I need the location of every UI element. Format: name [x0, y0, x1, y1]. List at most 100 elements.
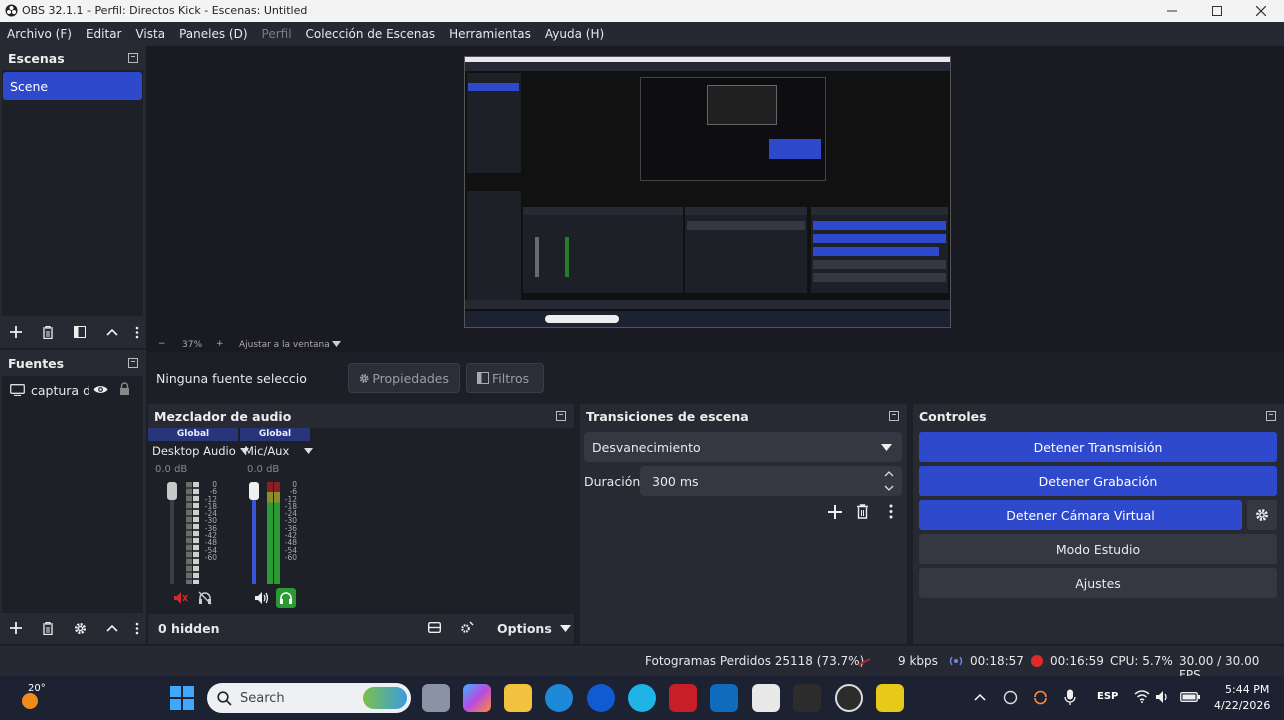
microphone-icon[interactable]: [1064, 689, 1076, 706]
language-indicator[interactable]: ESP: [1097, 691, 1118, 702]
zoom-in-button[interactable]: +: [216, 339, 224, 349]
maximize-button[interactable]: [1195, 0, 1239, 22]
channel-name: Mic/Aux: [244, 444, 290, 458]
edge-icon[interactable]: [545, 684, 573, 712]
filters-label: Filtros: [492, 370, 530, 386]
mute-button[interactable]: [255, 592, 270, 604]
app-icon[interactable]: [628, 684, 656, 712]
menu-herramientas[interactable]: Herramientas: [449, 27, 531, 41]
remove-scene-button[interactable]: [32, 319, 64, 345]
channel-header: Global: [148, 428, 238, 441]
undock-icon[interactable]: [1266, 411, 1276, 421]
wifi-icon[interactable]: [1134, 690, 1150, 703]
volume-slider-handle[interactable]: [167, 482, 177, 500]
menu-paneles[interactable]: Paneles (D): [179, 27, 247, 41]
preview-zoom-bar: − 37% + Ajustar a la ventana: [146, 338, 1284, 352]
copilot-icon[interactable]: [463, 684, 491, 712]
remove-source-button[interactable]: [32, 615, 64, 641]
mixer-options-button[interactable]: Options: [497, 621, 571, 636]
monitor-button[interactable]: [198, 591, 212, 605]
tray-app-icon[interactable]: [1003, 690, 1018, 705]
close-button[interactable]: [1239, 0, 1283, 22]
file-explorer-icon[interactable]: [504, 684, 532, 712]
undock-icon[interactable]: [128, 358, 138, 368]
menu-perfil[interactable]: Perfil: [262, 27, 292, 41]
level-meter: [193, 482, 199, 584]
mcafee-icon[interactable]: [669, 684, 697, 712]
undock-icon[interactable]: [556, 411, 566, 421]
scenes-more-button[interactable]: [128, 319, 146, 345]
stop-stream-button[interactable]: Detener Transmisión: [919, 432, 1277, 462]
close-icon: [1256, 6, 1266, 16]
task-view-icon[interactable]: [422, 684, 450, 712]
transition-more-button[interactable]: [889, 504, 893, 519]
properties-button[interactable]: Propiedades: [348, 363, 460, 393]
windows-start-icon[interactable]: [170, 686, 194, 710]
undock-icon[interactable]: [889, 411, 899, 421]
menu-vista[interactable]: Vista: [135, 27, 165, 41]
mail-icon[interactable]: [710, 684, 738, 712]
channel-name-desktop-audio[interactable]: Desktop Audio: [152, 444, 249, 458]
sources-more-button[interactable]: [128, 615, 146, 641]
stop-virtual-camera-button[interactable]: Detener Cámara Virtual: [919, 500, 1242, 530]
channel-name: Desktop Audio: [152, 444, 236, 458]
controls-dock: Controles Detener Transmisión Detener Gr…: [913, 404, 1284, 644]
obs-taskbar-icon[interactable]: [835, 684, 863, 712]
move-source-up-button[interactable]: [96, 615, 128, 641]
volume-db: 0.0 dB: [155, 464, 188, 475]
mute-button[interactable]: [174, 592, 188, 604]
remove-transition-button[interactable]: [856, 504, 869, 519]
chevron-down-icon: [304, 448, 314, 454]
studio-mode-button[interactable]: Modo Estudio: [919, 534, 1277, 564]
zoom-dropdown-icon[interactable]: [332, 341, 341, 347]
maximize-icon: [1212, 6, 1222, 16]
volume-icon[interactable]: [1156, 691, 1170, 703]
cpu-usage: CPU: 5.7%: [1110, 654, 1173, 668]
menu-bar: Archivo (F) Editar Vista Paneles (D) Per…: [0, 22, 1284, 46]
menu-archivo[interactable]: Archivo (F): [7, 27, 72, 41]
trash-icon: [43, 621, 53, 635]
tray-sync-icon[interactable]: [1033, 690, 1048, 705]
source-item[interactable]: captura de: [2, 376, 143, 404]
fit-window-label[interactable]: Ajustar a la ventana: [239, 340, 330, 350]
minimize-button[interactable]: [1150, 0, 1194, 22]
source-properties-button[interactable]: [64, 615, 96, 641]
zoom-out-button[interactable]: −: [158, 339, 166, 349]
audio-mixer-title: Mezclador de audio: [154, 408, 292, 424]
scenes-dock-header: Escenas: [0, 46, 146, 70]
store-icon[interactable]: [752, 684, 780, 712]
taskbar-search[interactable]: Search: [207, 683, 411, 713]
app-yellow-icon[interactable]: [876, 684, 904, 712]
volume-slider-handle[interactable]: [249, 482, 259, 500]
undock-icon[interactable]: [128, 53, 138, 63]
duration-spinbox[interactable]: 300 ms: [640, 466, 902, 496]
add-transition-button[interactable]: [827, 504, 843, 520]
hp-icon[interactable]: [587, 684, 615, 712]
menu-editar[interactable]: Editar: [86, 27, 122, 41]
add-scene-button[interactable]: [0, 319, 32, 345]
scene-filters-button[interactable]: [64, 319, 96, 345]
battery-icon[interactable]: [1180, 692, 1200, 702]
chevron-down-icon: [881, 444, 892, 451]
filters-button[interactable]: Filtros: [466, 363, 544, 393]
stop-recording-button[interactable]: Detener Grabación: [919, 466, 1277, 496]
gear-icon: [1256, 509, 1268, 521]
monitor-button[interactable]: [276, 588, 296, 608]
filter-icon: [74, 326, 86, 338]
recorder-icon[interactable]: [793, 684, 821, 712]
menu-ayuda[interactable]: Ayuda (H): [545, 27, 604, 41]
menu-coleccion-escenas[interactable]: Colección de Escenas: [306, 27, 436, 41]
virtual-camera-settings-button[interactable]: [1247, 500, 1277, 530]
move-scene-up-button[interactable]: [96, 319, 128, 345]
settings-button[interactable]: Ajustes: [919, 568, 1277, 598]
source-name: captura de: [31, 382, 89, 398]
scene-item[interactable]: Scene: [3, 72, 142, 100]
add-source-button[interactable]: [0, 615, 32, 641]
mixer-advanced-button[interactable]: [460, 621, 474, 634]
tray-overflow-icon[interactable]: [974, 693, 986, 701]
transition-select[interactable]: Desvanecimiento: [584, 432, 902, 462]
channel-name-mic-aux[interactable]: Mic/Aux: [244, 444, 314, 458]
mixer-layout-button[interactable]: [428, 622, 441, 633]
meter-scale: 0 -6 -12 -18 -24 -30 -36 -42 -48 -54 -60: [284, 480, 297, 562]
title-bar: OBS 32.1.1 - Perfil: Directos Kick - Esc…: [0, 0, 1284, 22]
